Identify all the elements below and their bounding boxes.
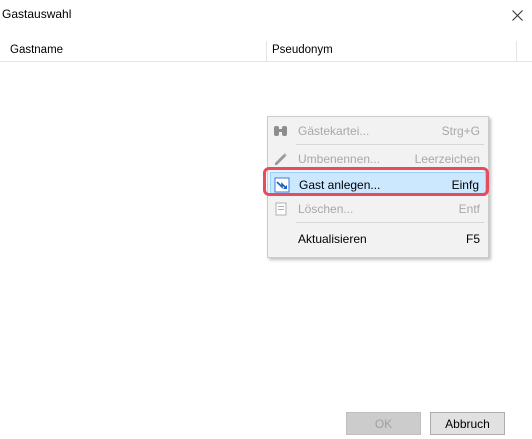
menu-item-shortcut: Strg+G (441, 124, 480, 138)
menu-separator (296, 144, 484, 145)
menu-item-loeschen[interactable]: Löschen... Entf (270, 197, 486, 221)
cancel-button[interactable]: Abbruch (430, 412, 505, 435)
menu-separator (296, 222, 484, 223)
menu-item-shortcut: F5 (465, 232, 480, 246)
ok-button[interactable]: OK (346, 412, 421, 435)
menu-item-gaestekartei[interactable]: Gästekartei... Strg+G (270, 119, 486, 143)
delete-icon (275, 202, 287, 216)
column-divider[interactable] (516, 41, 517, 61)
menu-item-label: Umbenennen... (298, 152, 381, 166)
title-bar: Gastauswahl (0, 0, 532, 30)
close-icon (511, 9, 523, 21)
menu-item-shortcut: Leerzeichen (414, 152, 480, 166)
list-header: Gastname Pseudonym (0, 41, 532, 62)
column-header-gastname[interactable]: Gastname (10, 44, 63, 56)
menu-item-label: Aktualisieren (298, 232, 367, 246)
highlight-annotation-ring (263, 167, 489, 196)
column-divider[interactable] (266, 41, 267, 61)
close-button[interactable] (502, 0, 532, 30)
pencil-icon (275, 153, 287, 165)
window-title: Gastauswahl (2, 7, 72, 21)
menu-item-shortcut: Entf (458, 202, 480, 216)
guests-binoculars-icon (274, 126, 287, 136)
menu-item-label: Gästekartei... (298, 124, 370, 138)
column-header-pseudonym[interactable]: Pseudonym (272, 44, 333, 56)
menu-item-label: Löschen... (298, 202, 354, 216)
menu-item-aktualisieren[interactable]: Aktualisieren F5 (270, 227, 486, 251)
